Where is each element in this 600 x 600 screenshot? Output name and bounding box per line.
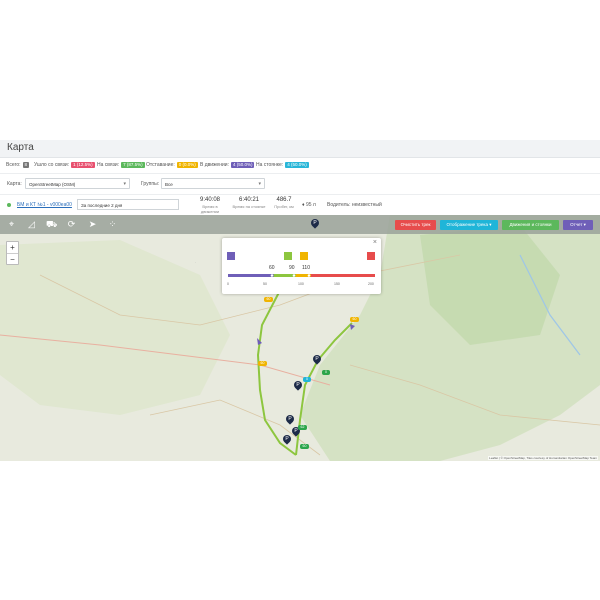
parking-marker[interactable]: P <box>311 353 323 365</box>
legend-swatch <box>300 252 308 260</box>
speed-tag: 60 <box>264 297 273 302</box>
metric-label: Пробег, км <box>274 204 294 209</box>
stat-badge: 0 (0.0%) <box>176 162 198 168</box>
parking-icon: P <box>288 416 292 422</box>
parking-icon: P <box>313 220 317 226</box>
cluster-icon[interactable]: ⁘ <box>107 219 118 230</box>
legend-value: 60 <box>269 265 275 271</box>
stat-label: Отставание: <box>146 162 175 168</box>
stats-bar: Всего: 8 Ушло со связи: 1 (12.5%) На свя… <box>0 158 600 172</box>
metric-moving: 9:40:08 Время в движении <box>193 197 227 214</box>
stat-parked[interactable]: На стоянке: 4 (50.0%) <box>256 162 309 168</box>
legend-swatch <box>227 252 235 260</box>
fuel-readout: ♦ 95 л <box>302 202 316 208</box>
map-layer-value: OpenStreetMap (OSM) <box>29 182 76 187</box>
stat-label: На связи: <box>97 162 120 168</box>
speed-tag: 0 <box>322 370 330 375</box>
metric-parked: 6:40:21 Время на стоянке <box>232 197 266 209</box>
fuel-drop-icon: ♦ <box>302 202 305 208</box>
driver-label: Водитель: неизвестный <box>327 202 382 208</box>
close-icon[interactable]: × <box>373 239 377 246</box>
legend-value: 110 <box>302 265 310 271</box>
stat-moving[interactable]: В движении: 4 (50.0%) <box>200 162 255 168</box>
forest-area <box>0 240 230 415</box>
scale-tick: 50 <box>263 282 267 286</box>
stat-lost[interactable]: Ушло со связи: 1 (12.5%) <box>34 162 95 168</box>
scale-tick: 150 <box>334 282 340 286</box>
stat-total[interactable]: Всего: 8 <box>6 162 30 168</box>
parking-marker[interactable]: P <box>284 413 296 425</box>
legend-swatch <box>367 252 375 260</box>
metric-mileage: 486.7 Пробег, км <box>270 197 298 209</box>
metric-value: 6:40:21 <box>238 197 260 203</box>
vehicle-bar: БМ и КТ №1 - v000ea00 За последние 2 дня… <box>0 194 600 216</box>
page-title: Карта <box>7 142 34 153</box>
parking-icon: P <box>285 436 289 442</box>
parking-marker[interactable]: P <box>309 217 321 229</box>
parking-icon: P <box>315 356 319 362</box>
speed-legend-popup: × 60 90 110 0 50 100 150 200 <box>222 238 381 294</box>
track-display-button[interactable]: Отображение трека ▾ <box>440 220 498 230</box>
fuel-value: 95 л <box>305 202 316 208</box>
metric-label: Время на стоянке <box>232 204 266 209</box>
scale-tick: 0 <box>227 282 229 286</box>
speed-tag: 0 <box>303 377 311 382</box>
moves-and-stops-button[interactable]: Движения и стоянки <box>502 220 559 230</box>
chevron-down-icon: ▾ <box>258 181 261 187</box>
group-select-label: Группы: <box>141 181 160 187</box>
stat-label: В движении: <box>200 162 229 168</box>
legend-swatch <box>284 252 292 260</box>
stat-badge: 7 (87.5%) <box>121 162 145 168</box>
stat-online[interactable]: На связи: 7 (87.5%) <box>97 162 145 168</box>
legend-value: 90 <box>289 265 295 271</box>
group-value: Все <box>165 182 173 187</box>
app: Карта Всего: 8 Ушло со связи: 1 (12.5%) … <box>0 140 600 461</box>
map-attribution: Leaflet | © OpenStreetMap, Tiles courtes… <box>488 456 598 460</box>
title-bar: Карта <box>0 140 600 158</box>
car-icon[interactable]: ⛟ <box>46 219 57 230</box>
stat-badge: 4 (50.0%) <box>230 162 255 168</box>
metric-label: Время в движении <box>200 204 220 214</box>
speed-tag: 62 <box>298 425 307 430</box>
stat-badge: 1 (12.5%) <box>71 162 95 168</box>
zoom-in-button[interactable]: + <box>7 242 18 254</box>
online-status-icon <box>7 203 11 207</box>
clear-track-button[interactable]: Очистить трек <box>395 220 436 230</box>
period-input[interactable]: За последние 2 дня <box>77 199 179 210</box>
parking-marker[interactable]: P <box>292 379 304 391</box>
zoom-control: + − <box>6 241 19 265</box>
parking-icon: P <box>296 382 300 388</box>
stat-badge: 4 (50.0%) <box>285 162 309 168</box>
scale-tick: 100 <box>298 282 304 286</box>
stat-label: На стоянке: <box>256 162 284 168</box>
group-select[interactable]: Все ▾ <box>161 178 265 189</box>
vehicle-link[interactable]: БМ и КТ №1 - v000ea00 <box>17 202 72 208</box>
metric-value: 486.7 <box>276 197 292 203</box>
parking-marker[interactable]: P <box>281 433 293 445</box>
map-pin-icon[interactable]: ⌖ <box>6 219 17 230</box>
map-view[interactable]: · ⌖ ◿ ⛟ ⟳ ➤ ⁘ Очистить трек Отображение … <box>0 215 600 461</box>
speed-tag: 60 <box>350 317 359 322</box>
stat-badge: 8 <box>22 162 30 168</box>
report-button[interactable]: Отчет ▾ <box>563 220 593 230</box>
stat-label: Всего: <box>6 162 21 168</box>
map-layer-select[interactable]: OpenStreetMap (OSM) ▾ <box>25 178 130 189</box>
navigation-icon[interactable]: ➤ <box>87 219 98 230</box>
ruler-icon[interactable]: ◿ <box>26 219 37 230</box>
speed-scale-bar <box>228 274 375 277</box>
speed-tag: 60 <box>300 444 309 449</box>
filters-bar: Карта: OpenStreetMap (OSM) ▾ Группы: Все… <box>0 173 600 194</box>
scale-tick: 200 <box>368 282 374 286</box>
refresh-icon[interactable]: ⟳ <box>66 219 77 230</box>
stat-lagging[interactable]: Отставание: 0 (0.0%) <box>146 162 198 168</box>
zoom-out-button[interactable]: − <box>7 254 18 265</box>
metric-value: 9:40:08 <box>199 197 221 203</box>
chevron-down-icon: ▾ <box>123 181 126 187</box>
map-select-label: Карта: <box>7 181 22 187</box>
stat-label: Ушло со связи: <box>34 162 70 168</box>
speed-tag: 60 <box>258 361 267 366</box>
